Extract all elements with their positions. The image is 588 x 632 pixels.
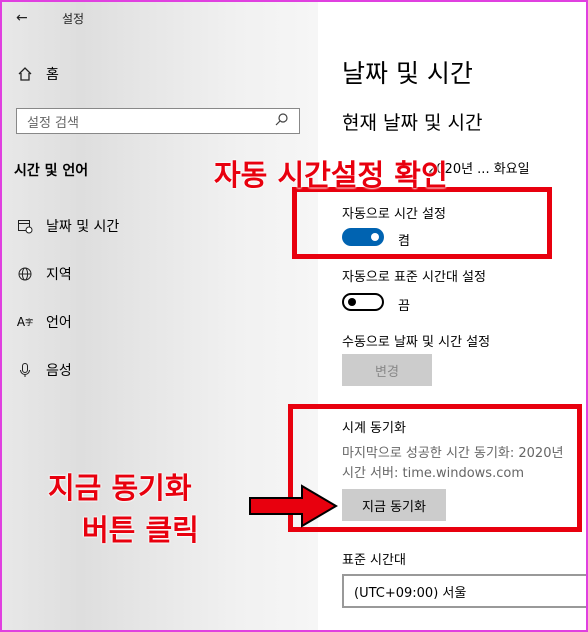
manual-time-label: 수동으로 날짜 및 시간 설정: [342, 335, 491, 350]
title-bar: ← 설정: [16, 8, 84, 28]
timezone-dropdown[interactable]: (UTC+09:00) 서울: [342, 574, 586, 608]
sidebar-item-language[interactable]: A字 언어: [16, 312, 72, 332]
search-placeholder: 설정 검색: [27, 115, 79, 131]
auto-timezone-toggle[interactable]: [342, 293, 384, 311]
sidebar-item-label: 날짜 및 시간: [46, 219, 120, 235]
change-button[interactable]: 변경: [342, 354, 432, 386]
page-title: 날짜 및 시간: [342, 59, 473, 88]
sidebar-item-date-time[interactable]: 날짜 및 시간: [16, 216, 119, 236]
language-icon: A字: [16, 315, 34, 329]
timezone-label: 표준 시간대: [342, 553, 406, 568]
search-icon[interactable]: [275, 112, 295, 130]
sidebar-item-label: 지역: [46, 267, 72, 283]
sidebar-item-region[interactable]: 지역: [16, 264, 72, 284]
annotation-sync-line1: 지금 동기화: [48, 471, 192, 505]
microphone-icon: [16, 361, 34, 379]
home-icon: [16, 65, 34, 83]
main-panel: 날짜 및 시간 현재 날짜 및 시간 2020년 ... 화요일 자동으로 시간…: [318, 2, 586, 630]
globe-icon: [16, 265, 34, 283]
arrow-right-icon: [249, 484, 338, 528]
auto-timezone-state: 끔: [398, 299, 410, 314]
toggle-knob: [348, 298, 356, 306]
sidebar-item-label: 음성: [46, 363, 72, 379]
annotation-auto-time: 자동 시간설정 확인: [214, 158, 448, 192]
current-datetime-heading: 현재 날짜 및 시간: [342, 112, 483, 134]
window-frame: ← 설정 홈 설정 검색 시간 및 언어 날짜 및 시간 지역 A 字 언어 음…: [0, 0, 588, 632]
search-input[interactable]: 설정 검색: [16, 108, 300, 134]
sidebar-item-label: 홈: [46, 67, 59, 83]
annotation-sync-line2: 버튼 클릭: [82, 513, 199, 547]
arrow-left-icon[interactable]: ←: [16, 10, 38, 26]
calendar-clock-icon: [16, 217, 34, 235]
auto-timezone-label: 자동으로 표준 시간대 설정: [342, 270, 486, 285]
auto-time-highlight-box: [292, 187, 552, 259]
sidebar-section-title: 시간 및 언어: [14, 163, 89, 179]
timezone-value: (UTC+09:00) 서울: [354, 585, 467, 601]
app-title: 설정: [62, 11, 85, 26]
sidebar-item-label: 언어: [46, 315, 72, 331]
sidebar-item-home[interactable]: 홈: [16, 64, 59, 84]
sidebar-item-speech[interactable]: 음성: [16, 360, 72, 380]
